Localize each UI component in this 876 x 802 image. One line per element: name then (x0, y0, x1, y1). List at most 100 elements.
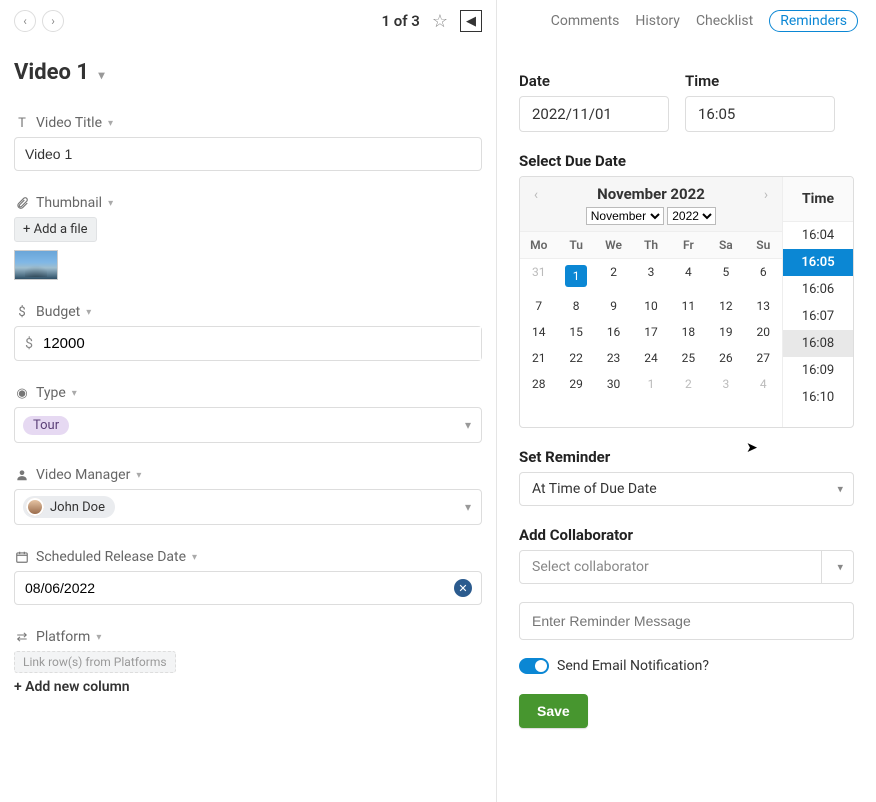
calendar-weekday: Sa (707, 232, 744, 258)
link-arrows-icon: ⇄ (14, 630, 30, 645)
type-select[interactable]: Tour ▾ (14, 407, 482, 443)
record-fields-scroll[interactable]: Video 1 ▾ T Video Title ▾ Thumbnail ▾ + … (0, 42, 496, 802)
activity-tabs: Comments History Checklist Reminders (497, 0, 876, 42)
calendar-day[interactable]: 20 (745, 319, 782, 345)
calendar-day[interactable]: 7 (520, 293, 557, 319)
time-input[interactable]: 16:05 (685, 96, 835, 132)
record-title[interactable]: Video 1 ▾ (14, 42, 482, 91)
chevron-down-icon[interactable]: ▾ (108, 118, 113, 129)
video-title-input[interactable] (14, 137, 482, 171)
calendar-day[interactable]: 23 (595, 345, 632, 371)
time-option[interactable]: 16:06 (783, 276, 853, 303)
calendar-day[interactable]: 5 (707, 259, 744, 293)
avatar-icon (26, 498, 44, 516)
calendar-day[interactable]: 1 (632, 371, 669, 397)
calendar-month-select[interactable]: November (586, 207, 664, 225)
calendar-day[interactable]: 3 (707, 371, 744, 397)
time-option[interactable]: 16:08 (783, 330, 853, 357)
currency-prefix: $ (15, 336, 43, 352)
add-file-button[interactable]: + Add a file (14, 217, 97, 242)
calendar-day[interactable]: 25 (670, 345, 707, 371)
chevron-right-icon: › (51, 14, 55, 28)
circle-dot-icon: ◉ (14, 386, 30, 401)
budget-input[interactable] (43, 327, 481, 360)
calendar-day[interactable]: 15 (557, 319, 594, 345)
time-list[interactable]: 16:0416:0516:0616:0716:0816:0916:10 (783, 222, 853, 427)
calendar-day[interactable]: 31 (520, 259, 557, 293)
calendar-day[interactable]: 14 (520, 319, 557, 345)
calendar-day[interactable]: 21 (520, 345, 557, 371)
send-email-toggle[interactable] (519, 658, 549, 674)
calendar-year-select[interactable]: 2022 (667, 207, 716, 225)
time-option[interactable]: 16:05 (783, 249, 853, 276)
chevron-down-icon[interactable]: ▾ (136, 470, 141, 481)
chevron-down-icon[interactable]: ▾ (108, 198, 113, 209)
calendar-day[interactable]: 22 (557, 345, 594, 371)
cal-prev-month-button[interactable]: ‹ (526, 187, 546, 203)
calendar-day[interactable]: 16 (595, 319, 632, 345)
calendar-day[interactable]: 2 (595, 259, 632, 293)
calendar-day[interactable]: 18 (670, 319, 707, 345)
tab-history[interactable]: History (635, 13, 680, 29)
calendar-day[interactable]: 1 (557, 259, 594, 293)
calendar-day[interactable]: 28 (520, 371, 557, 397)
calendar-weekday: Th (632, 232, 669, 258)
person-icon (14, 468, 30, 483)
star-icon[interactable]: ☆ (432, 11, 448, 32)
calendar-day[interactable]: 30 (595, 371, 632, 397)
calendar-day[interactable]: 2 (670, 371, 707, 397)
time-option[interactable]: 16:10 (783, 384, 853, 411)
calendar-day[interactable]: 6 (745, 259, 782, 293)
chevron-down-icon[interactable]: ▾ (86, 307, 91, 318)
select-due-date-label: Select Due Date (519, 152, 854, 170)
clear-date-button[interactable]: ✕ (454, 579, 472, 597)
calendar-day[interactable]: 11 (670, 293, 707, 319)
calendar-day[interactable]: 19 (707, 319, 744, 345)
next-record-button[interactable]: › (42, 10, 64, 32)
calendar-day[interactable]: 4 (670, 259, 707, 293)
date-label: Date (519, 72, 669, 90)
calendar-weekday: Tu (557, 232, 594, 258)
chevron-down-icon[interactable]: ▾ (72, 388, 77, 399)
collapse-panel-button[interactable]: ◀ (460, 10, 482, 32)
chevron-down-icon: ▾ (98, 68, 104, 82)
chevron-down-icon[interactable]: ▾ (96, 632, 101, 643)
time-option[interactable]: 16:04 (783, 222, 853, 249)
save-button[interactable]: Save (519, 694, 588, 728)
calendar-day[interactable]: 24 (632, 345, 669, 371)
calendar-day[interactable]: 26 (707, 345, 744, 371)
calendar-day[interactable]: 17 (632, 319, 669, 345)
calendar-day[interactable]: 13 (745, 293, 782, 319)
calendar-month-title: November 2022 (528, 185, 774, 203)
calendar-weekday: We (595, 232, 632, 258)
thumbnail-image[interactable] (14, 250, 58, 280)
add-new-column-button[interactable]: + Add new column (14, 673, 482, 705)
set-reminder-select[interactable]: At Time of Due Date ▾ (519, 472, 854, 506)
calendar-day[interactable]: 3 (632, 259, 669, 293)
reminder-message-input[interactable] (519, 602, 854, 640)
scheduled-release-date-input[interactable] (14, 571, 482, 605)
calendar-day[interactable]: 27 (745, 345, 782, 371)
triangle-left-icon: ◀ (466, 14, 476, 29)
calendar-day[interactable]: 10 (632, 293, 669, 319)
calendar-day[interactable]: 29 (557, 371, 594, 397)
add-collaborator-select[interactable]: Select collaborator ▾ (519, 550, 854, 584)
cal-next-month-button[interactable]: › (756, 187, 776, 203)
calendar-icon (14, 550, 30, 565)
date-input[interactable]: 2022/11/01 (519, 96, 669, 132)
tab-reminders[interactable]: Reminders (769, 10, 858, 32)
video-manager-select[interactable]: John Doe ▾ (14, 489, 482, 525)
calendar-day[interactable]: 9 (595, 293, 632, 319)
prev-record-button[interactable]: ‹ (14, 10, 36, 32)
time-option[interactable]: 16:09 (783, 357, 853, 384)
tab-comments[interactable]: Comments (551, 13, 620, 29)
platform-link-placeholder[interactable]: Link row(s) from Platforms (14, 651, 176, 673)
calendar-day[interactable]: 8 (557, 293, 594, 319)
time-option[interactable]: 16:07 (783, 303, 853, 330)
calendar-day[interactable]: 4 (745, 371, 782, 397)
field-label: Video Manager (36, 467, 130, 483)
chevron-down-icon[interactable]: ▾ (192, 552, 197, 563)
tab-checklist[interactable]: Checklist (696, 13, 753, 29)
calendar-day[interactable]: 12 (707, 293, 744, 319)
activity-panel: Comments History Checklist Reminders Dat… (497, 0, 876, 802)
